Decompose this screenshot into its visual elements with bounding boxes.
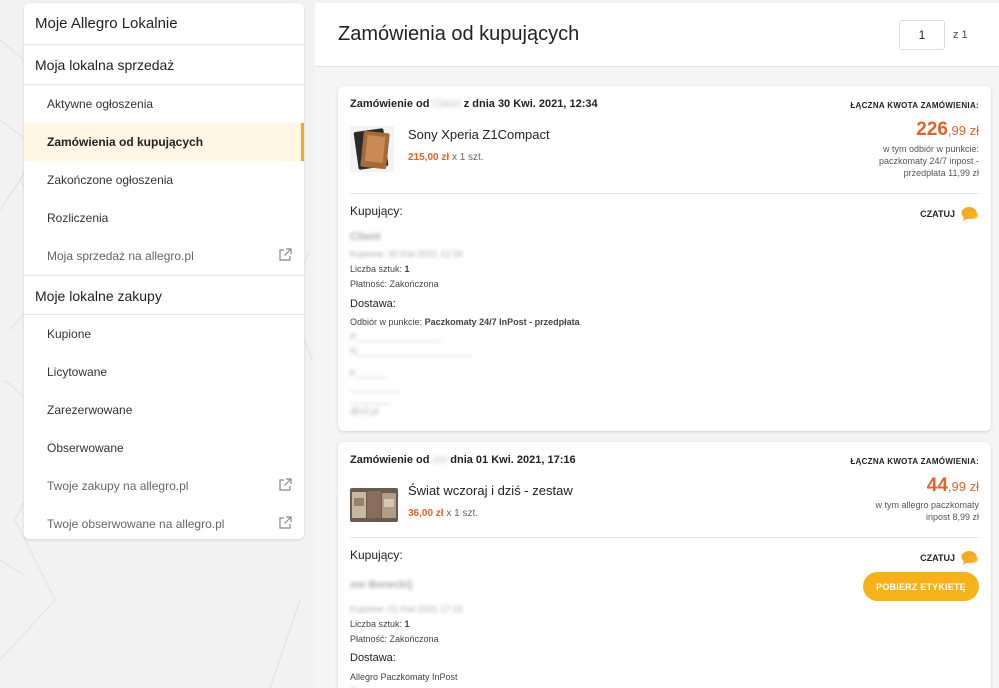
chat-button[interactable]: CZATUJ <box>920 550 979 566</box>
main-content: Zamówienia od kupujących z 1 Zamówienie … <box>315 3 999 688</box>
sidebar-section-sales: Moja lokalna sprzedaż <box>24 45 304 85</box>
bought-date: Kupione: 01 Kwi 2021 17:16 <box>350 604 463 614</box>
sidebar-item-allegro-watched[interactable]: Twoje obserwowane na allegro.pl <box>24 505 304 539</box>
buyer-name-blurred: Client <box>432 98 461 110</box>
main-header: Zamówienia od kupujących z 1 <box>315 3 999 67</box>
shipping-detail-blurred: N_______________________ <box>350 346 472 356</box>
sidebar-item-allegro-purchases[interactable]: Twoje zakupy na allegro.pl <box>24 467 304 505</box>
shipping-heading: Dostawa: <box>350 298 396 310</box>
page-number-input[interactable] <box>899 20 945 50</box>
buyer-heading: Kupujący: <box>350 548 403 562</box>
product-price: 36,00 zł x 1 szt. <box>408 508 479 519</box>
quantity-line: Liczba sztuk: 1 <box>350 264 410 274</box>
total-label: ŁĄCZNA KWOTA ZAMÓWIENIA: <box>850 101 979 110</box>
sidebar-item-active-listings[interactable]: Aktywne ogłoszenia <box>24 85 304 123</box>
sidebar-item-bought[interactable]: Kupione <box>24 315 304 353</box>
product-name[interactable]: Świat wczoraj i dziś - zestaw <box>408 483 573 498</box>
contact-blurred: __________ <box>350 382 401 392</box>
product-thumbnail[interactable] <box>350 126 394 172</box>
sidebar-item-bidding[interactable]: Licytowane <box>24 353 304 391</box>
buyer-name-blurred: zm <box>432 454 448 466</box>
buyer-email: @o2.pl <box>350 406 379 416</box>
sidebar-item-allegro-sales[interactable]: Moja sprzedaż na allegro.pl <box>24 237 304 275</box>
external-link-icon <box>279 478 292 491</box>
sidebar-item-label: Moja sprzedaż na allegro.pl <box>47 249 194 263</box>
external-link-icon <box>279 248 292 261</box>
sidebar-item-label: Twoje zakupy na allegro.pl <box>47 479 189 493</box>
product-thumbnail[interactable] <box>350 488 398 522</box>
shipping-method: Allegro Paczkomaty InPost <box>350 672 458 682</box>
sidebar-section-purchases: Moje lokalne zakupy <box>24 275 304 315</box>
sidebar-item-finished-listings[interactable]: Zakończone ogłoszenia <box>24 161 304 199</box>
download-label-button[interactable]: POBIERZ ETYKIETĘ <box>863 572 979 601</box>
payment-line: Płatność: Zakończona <box>350 279 439 289</box>
product-price: 215,00 zł x 1 szt. <box>408 152 484 163</box>
order-card: Zamówienie od Client z dnia 30 Kwi. 2021… <box>338 86 991 431</box>
phone-image-icon <box>350 126 394 172</box>
shipping-heading: Dostawa: <box>350 652 396 664</box>
shipping-detail-blurred: P_________________ <box>350 332 442 342</box>
sidebar-item-reserved[interactable]: Zarezerwowane <box>24 391 304 429</box>
product-name[interactable]: Sony Xperia Z1Compact <box>408 127 550 142</box>
chat-bubble-icon <box>961 551 978 565</box>
sidebar-title: Moje Allegro Lokalnie <box>24 3 304 45</box>
order-card: Zamówienie od zm dnia 01 Kwi. 2021, 17:1… <box>338 442 991 688</box>
page-title: Zamówienia od kupujących <box>338 23 580 45</box>
total-price: 44,99 zł <box>926 475 979 496</box>
books-image-icon <box>350 488 398 522</box>
divider <box>350 193 979 194</box>
chat-bubble-icon <box>961 207 978 221</box>
total-label: ŁĄCZNA KWOTA ZAMÓWIENIA: <box>850 457 979 466</box>
buyer-name: zm Borecki) <box>350 579 413 591</box>
total-price: 226,99 zł <box>916 119 979 140</box>
shipping-method: Odbiór w punkcie: Paczkomaty 24/7 InPost… <box>350 317 580 327</box>
buyer-name: Client <box>350 231 381 243</box>
sidebar-item-label: Twoje obserwowane na allegro.pl <box>47 517 225 531</box>
total-note: w tym allegro paczkomaty inpost 8,99 zł <box>875 500 979 522</box>
buyer-heading: Kupujący: <box>350 204 403 218</box>
sidebar: Moje Allegro Lokalnie Moja lokalna sprze… <box>24 3 304 539</box>
order-title: Zamówienie od Client z dnia 30 Kwi. 2021… <box>350 98 598 110</box>
chat-button[interactable]: CZATUJ <box>920 206 979 222</box>
order-title: Zamówienie od zm dnia 01 Kwi. 2021, 17:1… <box>350 454 576 466</box>
contact-blurred: ________ <box>350 394 391 404</box>
divider <box>350 537 979 538</box>
bought-date: Kupione: 30 Kwi 2021 12:34 <box>350 249 463 259</box>
external-link-icon <box>279 516 292 529</box>
payment-line: Płatność: Zakończona <box>350 634 439 644</box>
sidebar-item-watched[interactable]: Obserwowane <box>24 429 304 467</box>
sidebar-item-settlements[interactable]: Rozliczenia <box>24 199 304 237</box>
total-note: w tym odbiór w punkcie: paczkomaty 24/7 … <box>878 144 979 178</box>
sidebar-item-buyer-orders[interactable]: Zamówienia od kupujących <box>24 123 304 161</box>
quantity-line: Liczba sztuk: 1 <box>350 619 410 629</box>
contact-blurred: K______ <box>350 368 387 378</box>
page-count: z 1 <box>953 29 968 41</box>
